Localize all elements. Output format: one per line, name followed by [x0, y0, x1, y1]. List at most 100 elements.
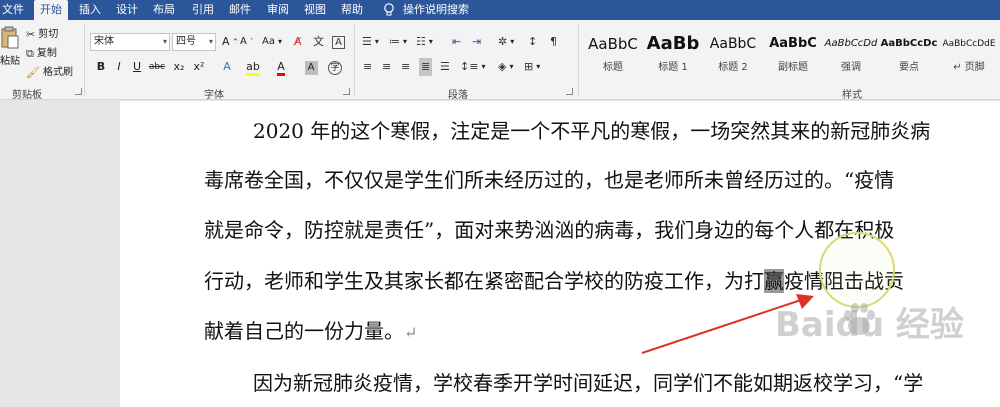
copy-icon: ⧉ [26, 47, 34, 60]
align-center-icon: ≡ [382, 60, 392, 73]
style-title[interactable]: AaBbC 标题 [584, 28, 642, 82]
enclose-characters-button[interactable]: 字 [326, 58, 344, 76]
font-size-value: 四号 [176, 36, 196, 47]
italic-button[interactable]: I [110, 58, 128, 76]
borders-icon: ⊞ [524, 60, 534, 73]
tab-file[interactable]: 文件 [0, 0, 30, 20]
clear-format-icon: A̸ [294, 35, 302, 48]
scissors-icon: ✂ [26, 28, 36, 41]
subscript-button[interactable]: x₂ [170, 58, 188, 76]
bold-button[interactable]: B [92, 58, 110, 76]
align-right-button[interactable]: ≡ [401, 58, 410, 76]
font-size-select[interactable]: 四号 ▾ [172, 33, 216, 51]
paste-button[interactable]: 粘贴 [0, 26, 22, 72]
style-name: 强调 [841, 62, 861, 73]
numbering-button[interactable]: ≔ ▾ [389, 33, 407, 51]
strikethrough-button[interactable]: abc [146, 58, 168, 76]
clear-formatting-button[interactable]: A̸ [294, 33, 302, 51]
char-shading-icon: A [304, 61, 318, 75]
tab-layout[interactable]: 布局 [147, 0, 181, 20]
font-color-button[interactable]: A [272, 58, 290, 76]
style-emphasis[interactable]: AaBbCcDd 强调 [822, 28, 880, 82]
pilcrow-icon: ¶ [550, 35, 557, 48]
document-page[interactable]: 2020 年的这个寒假，注定是一个不平凡的寒假，一场突然其来的新冠肺炎病 毒席卷… [120, 101, 1000, 407]
highlight-button[interactable]: ab [244, 58, 262, 76]
style-sample: AaBbC [769, 36, 817, 51]
style-heading-2[interactable]: AaBbC 标题 2 [704, 28, 762, 82]
shrink-font-button[interactable]: Aˇ [240, 33, 253, 51]
bullets-button[interactable]: ☰ ▾ [362, 33, 379, 51]
tab-help[interactable]: 帮助 [335, 0, 369, 20]
align-left-button[interactable]: ≡ [363, 58, 372, 76]
tab-mailings[interactable]: 邮件 [223, 0, 257, 20]
borders-button[interactable]: ⊞ ▾ [524, 58, 540, 76]
sort-icon: ↕ [528, 35, 538, 48]
tab-review[interactable]: 审阅 [261, 0, 295, 20]
character-shading-button[interactable]: A [302, 58, 320, 76]
tell-me-search[interactable]: 操作说明搜索 [397, 0, 475, 20]
style-name: 标题 1 [658, 62, 688, 73]
format-painter-label: 格式刷 [42, 67, 73, 78]
style-subtitle[interactable]: AaBbC 副标题 [764, 28, 822, 82]
underline-button[interactable]: U [128, 58, 146, 76]
paragraph-group-label: 段落 [448, 90, 468, 101]
lightbulb-icon [384, 3, 394, 16]
style-sample: AaBbCcDdE [942, 39, 996, 49]
ribbon-home: 粘贴 ✂ 剪切 ⧉ 复制 🖌 格式刷 剪贴板 宋体 ▾ 四号 ▾ A ^ Aˇ A… [0, 20, 1000, 101]
tab-insert[interactable]: 插入 [73, 0, 107, 20]
align-right-icon: ≡ [401, 60, 411, 73]
document-margin-area [0, 101, 120, 407]
style-name: 标题 2 [718, 62, 748, 73]
multilevel-list-button[interactable]: ☷ ▾ [416, 33, 433, 51]
shading-button[interactable]: ◈ ▾ [498, 58, 513, 76]
tab-view[interactable]: 视图 [298, 0, 332, 20]
char-border-icon: A [332, 35, 345, 49]
tab-home[interactable]: 开始 [34, 0, 68, 20]
phonetic-icon: 文 [313, 35, 324, 48]
increase-indent-button[interactable]: ⇥ [472, 33, 481, 51]
show-marks-button[interactable]: ¶ [550, 33, 557, 51]
format-painter-button[interactable]: 🖌 格式刷 [26, 64, 73, 82]
enclose-icon: 字 [328, 61, 342, 75]
distributed-icon: ☰ [440, 60, 450, 73]
font-color-icon: A [277, 60, 285, 76]
character-border-button[interactable]: A [332, 33, 345, 51]
font-name-select[interactable]: 宋体 ▾ [90, 33, 170, 51]
text-effects-icon: A [223, 60, 231, 73]
style-sample: AaBb [646, 33, 700, 54]
style-heading-1[interactable]: AaBb 标题 1 [644, 28, 702, 82]
chinese-layout-button[interactable]: ✲ ▾ [498, 33, 514, 51]
style-footer[interactable]: AaBbCcDdE ↵ 页脚 [940, 28, 998, 82]
superscript-button[interactable]: x² [190, 58, 208, 76]
sort-button[interactable]: ↕ [528, 33, 537, 51]
align-center-button[interactable]: ≡ [382, 58, 391, 76]
distributed-button[interactable]: ☰ [440, 58, 450, 76]
style-sample: AaBbCcDd [824, 38, 878, 49]
clipboard-launcher[interactable] [75, 88, 82, 95]
ribbon-tab-bar: 文件 开始 插入 设计 布局 引用 邮件 审阅 视图 帮助 操作说明搜索 [0, 0, 1000, 20]
grow-font-button[interactable]: A ^ [222, 33, 238, 51]
chevron-down-icon: ▾ [208, 37, 213, 46]
style-strong[interactable]: AaBbCcDc 要点 [880, 28, 938, 82]
decrease-indent-icon: ⇤ [452, 35, 462, 48]
cut-button[interactable]: ✂ 剪切 [26, 26, 58, 44]
annotation-arrow [641, 294, 814, 354]
tab-design[interactable]: 设计 [110, 0, 144, 20]
justify-button[interactable]: ≣ [419, 58, 433, 76]
decrease-indent-button[interactable]: ⇤ [452, 33, 461, 51]
tab-references[interactable]: 引用 [186, 0, 220, 20]
bullet-list-icon: ☰ [362, 35, 372, 48]
line-spacing-button[interactable]: ↕≡ ▾ [460, 58, 485, 76]
cut-label: 剪切 [38, 29, 59, 40]
style-name: 标题 [603, 62, 623, 73]
multilevel-list-icon: ☷ [416, 35, 426, 48]
text-effects-button[interactable]: A [218, 58, 236, 76]
copy-label: 复制 [36, 48, 57, 59]
phonetic-guide-button[interactable]: 文 [313, 33, 324, 51]
font-launcher[interactable] [343, 88, 350, 95]
copy-button[interactable]: ⧉ 复制 [26, 45, 57, 63]
style-name: 副标题 [778, 62, 808, 73]
paste-label: 粘贴 [0, 56, 20, 67]
change-case-button[interactable]: Aa ▾ [262, 33, 282, 51]
paragraph-launcher[interactable] [566, 88, 573, 95]
